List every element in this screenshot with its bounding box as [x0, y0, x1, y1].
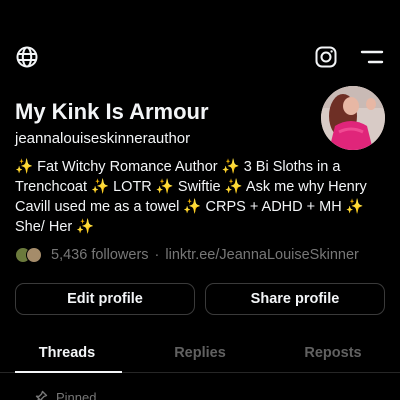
- menu-icon[interactable]: [358, 46, 386, 68]
- instagram-icon[interactable]: [313, 44, 339, 70]
- followers-row: 5,436 followers · linktr.ee/JeannaLouise…: [15, 245, 387, 265]
- avatar[interactable]: [321, 86, 385, 150]
- follower-avatars[interactable]: [15, 246, 45, 264]
- profile-link[interactable]: linktr.ee/JeannaLouiseSkinner: [165, 247, 358, 263]
- active-tab-indicator: [15, 371, 122, 373]
- tab-replies[interactable]: Replies: [139, 334, 261, 372]
- pinned-label: Pinned: [56, 389, 97, 400]
- pin-icon: [34, 390, 48, 400]
- profile-tabs: Threads Replies Reposts: [0, 334, 400, 374]
- tab-reposts[interactable]: Reposts: [272, 334, 394, 372]
- separator-dot: ·: [154, 247, 160, 263]
- profile-name: My Kink Is Armour: [15, 99, 209, 124]
- edit-profile-button[interactable]: Edit profile: [15, 283, 195, 315]
- follower-avatar: [26, 247, 42, 263]
- tab-threads[interactable]: Threads: [6, 334, 128, 372]
- followers-count[interactable]: 5,436 followers: [51, 247, 149, 263]
- share-profile-button[interactable]: Share profile: [205, 283, 385, 315]
- username[interactable]: jeannalouiseskinnerauthor: [15, 130, 190, 147]
- pinned-indicator: Pinned: [34, 389, 96, 400]
- bio-text: ✨ Fat Witchy Romance Author ✨ 3 Bi Sloth…: [15, 159, 367, 235]
- profile-screen: My Kink Is Armour jeannalouiseskinneraut…: [0, 0, 400, 400]
- globe-icon[interactable]: [14, 44, 40, 70]
